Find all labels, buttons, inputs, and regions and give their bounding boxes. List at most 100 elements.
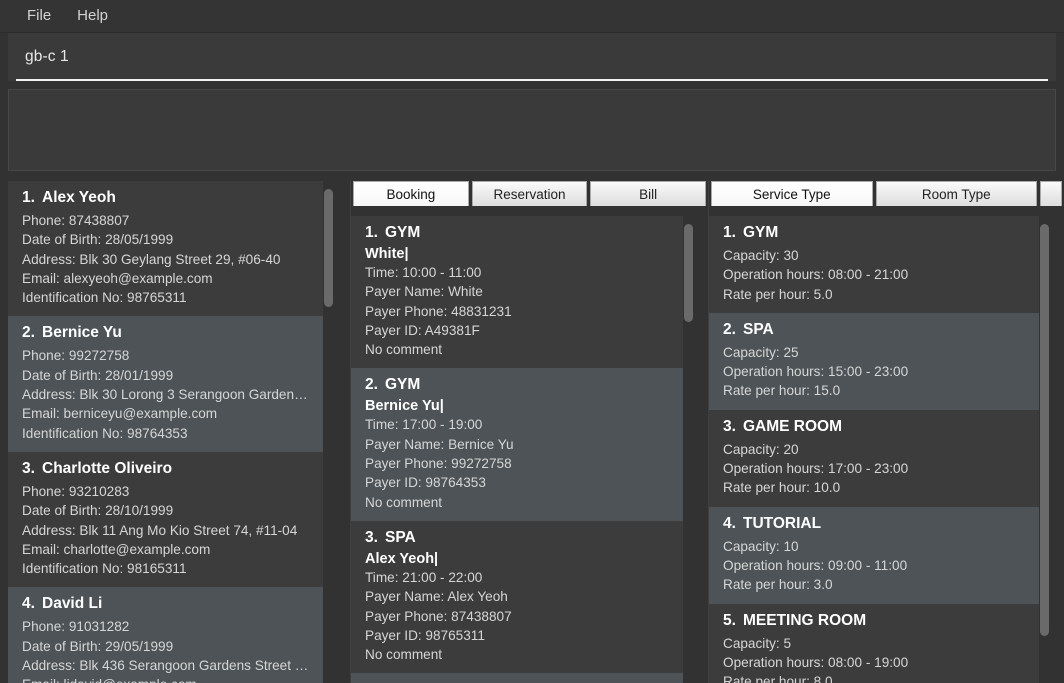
service-hours: Operation hours: 08:00 - 21:00 — [723, 267, 909, 283]
application-window: File Help gb-c 1 1. Alex Yeoh Phone: 874… — [0, 0, 1064, 683]
service-hours: Operation hours: 15:00 - 23:00 — [723, 364, 909, 380]
tab-bill[interactable]: Bill — [590, 181, 707, 206]
booking-type-row: 3. SPA — [365, 529, 674, 547]
person-index: 3. — [22, 459, 35, 477]
person-list-scrollbar[interactable] — [323, 181, 334, 683]
person-identification: Identification No: 98765311 — [22, 290, 187, 306]
service-capacity: Capacity: 25 — [723, 344, 799, 360]
service-capacity: Capacity: 5 — [723, 635, 792, 651]
person-dob: Date of Birth: 28/01/1999 — [22, 367, 174, 383]
booking-payer-id: Payer ID: 98765311 — [365, 627, 485, 643]
service-rate: Rate per hour: 3.0 — [723, 577, 833, 593]
booking-type-row: 1. GYM — [365, 224, 674, 242]
service-type-list-area: 1. GYM Capacity: 30 Operation hours: 08:… — [709, 206, 1064, 683]
booking-index: 1. — [365, 224, 378, 241]
scrollbar-thumb[interactable] — [684, 224, 693, 322]
person-dob: Date of Birth: 29/05/1999 — [22, 638, 174, 654]
service-type-list-scrollbar[interactable] — [1039, 216, 1050, 683]
scrollbar-thumb[interactable] — [1040, 224, 1049, 636]
service-capacity: Capacity: 30 — [723, 248, 799, 263]
list-item[interactable]: 2. Bernice Yu Phone: 99272758 Date of Bi… — [8, 316, 324, 452]
tab-reservation[interactable]: Reservation — [471, 181, 588, 206]
service-rate: Rate per hour: 10.0 — [723, 480, 841, 496]
person-name-row: 1. Alex Yeoh — [22, 189, 312, 207]
panels-container: 1. Alex Yeoh Phone: 87438807 Date of Bir… — [0, 181, 1064, 683]
booking-payer-display: White| — [365, 246, 409, 262]
list-item[interactable]: 4. David Li Phone: 91031282 Date of Birt… — [8, 587, 324, 683]
service-hours: Operation hours: 17:00 - 23:00 — [723, 461, 909, 477]
person-index: 4. — [22, 595, 35, 613]
booking-list-scrollbar[interactable] — [683, 216, 694, 683]
booking-tab-bar: Booking Reservation Bill — [351, 181, 708, 206]
booking-payer-name: Payer Name: Bernice Yu — [365, 436, 514, 452]
menu-item-help[interactable]: Help — [64, 5, 121, 27]
person-name-row: 2. Bernice Yu — [22, 324, 312, 342]
service-rate: Rate per hour: 5.0 — [723, 286, 833, 302]
service-type-row: 5. MEETING ROOM — [723, 612, 1030, 630]
service-type: GYM — [743, 224, 779, 241]
service-type: TUTORIAL — [743, 514, 822, 532]
booking-payer-id: Payer ID: A49381F — [365, 322, 480, 338]
service-rate: Rate per hour: 15.0 — [723, 383, 841, 399]
tab-service-type[interactable]: Service Type — [711, 181, 873, 206]
booking-type: SPA — [385, 528, 416, 546]
person-list-panel: 1. Alex Yeoh Phone: 87438807 Date of Bir… — [0, 181, 350, 683]
person-phone: Phone: 93210283 — [22, 483, 130, 499]
result-display-text — [9, 90, 1055, 106]
person-list-area: 1. Alex Yeoh Phone: 87438807 Date of Bir… — [8, 181, 342, 683]
service-index: 1. — [723, 224, 736, 241]
service-hours: Operation hours: 09:00 - 11:00 — [723, 557, 908, 573]
list-item[interactable]: 3. Charlotte Oliveiro Phone: 93210283 Da… — [8, 451, 324, 588]
result-display-box — [8, 89, 1056, 171]
person-phone: Phone: 99272758 — [22, 348, 130, 364]
command-box[interactable]: gb-c 1 — [8, 33, 1056, 81]
service-capacity: Capacity: 20 — [723, 441, 799, 457]
booking-payer-display: Bernice Yu| — [365, 398, 444, 415]
person-list[interactable]: 1. Alex Yeoh Phone: 87438807 Date of Bir… — [8, 181, 342, 683]
service-type-row: 2. SPA — [723, 321, 1030, 339]
booking-index: 2. — [365, 376, 378, 394]
list-item[interactable]: 1. Alex Yeoh Phone: 87438807 Date of Bir… — [8, 181, 324, 317]
command-input[interactable]: gb-c 1 — [8, 48, 1056, 66]
person-name: Bernice Yu — [42, 324, 122, 342]
tab-room-type[interactable]: Room Type — [875, 181, 1037, 206]
list-item[interactable]: 1. GYM White| Time: 10:00 - 11:00 Payer … — [351, 216, 686, 369]
booking-index: 3. — [365, 528, 378, 546]
person-name-row: 4. David Li — [22, 595, 312, 613]
list-item[interactable]: 3. GAME ROOM Capacity: 20 Operation hour… — [709, 409, 1042, 507]
booking-payer-phone: Payer Phone: 48831231 — [365, 303, 512, 319]
person-address: Address: Blk 11 Ang Mo Kio Street 74, #1… — [22, 522, 298, 538]
booking-type: GYM — [385, 224, 421, 241]
tab-booking[interactable]: Booking — [353, 181, 469, 206]
person-email: Email: berniceyu@example.com — [22, 406, 218, 422]
service-hours: Operation hours: 08:00 - 19:00 — [723, 654, 909, 670]
person-identification: Identification No: 98165311 — [22, 561, 187, 577]
person-index: 2. — [22, 324, 35, 342]
person-address: Address: Blk 30 Geylang Street 29, #06-4… — [22, 251, 281, 267]
booking-payer-id: Payer ID: 98764353 — [365, 475, 486, 491]
list-item[interactable]: 3. SPA Alex Yeoh| Time: 21:00 - 22:00 Pa… — [351, 520, 686, 674]
service-type-row: 3. GAME ROOM — [723, 418, 1030, 436]
booking-payer-phone: Payer Phone: 99272758 — [365, 456, 512, 472]
booking-panel: Booking Reservation Bill 1. GYM White| T… — [350, 181, 708, 683]
service-rate: Rate per hour: 8.0 — [723, 674, 833, 683]
tab-bar-filler — [1040, 181, 1062, 206]
list-item[interactable]: 2. SPA Capacity: 25 Operation hours: 15:… — [709, 312, 1042, 410]
person-address: Address: Blk 436 Serangoon Gardens Stree… — [22, 658, 312, 674]
person-email: Email: charlotte@example.com — [22, 541, 211, 557]
service-type: GAME ROOM — [743, 417, 843, 435]
scrollbar-thumb[interactable] — [324, 189, 333, 307]
menu-item-file[interactable]: File — [14, 5, 64, 27]
person-email: Email: alexyeoh@example.com — [22, 270, 213, 286]
booking-list[interactable]: 1. GYM White| Time: 10:00 - 11:00 Payer … — [351, 216, 708, 683]
person-dob: Date of Birth: 28/10/1999 — [22, 503, 174, 519]
list-item[interactable]: 5. MEETING ROOM Capacity: 5 Operation ho… — [709, 603, 1042, 683]
list-item[interactable]: 4. GAME ROOM — [351, 673, 686, 683]
service-type-tab-bar: Service Type Room Type — [709, 181, 1064, 206]
service-type-list[interactable]: 1. GYM Capacity: 30 Operation hours: 08:… — [709, 216, 1064, 683]
list-item[interactable]: 2. GYM Bernice Yu| Time: 17:00 - 19:00 P… — [351, 368, 686, 521]
list-item[interactable]: 1. GYM Capacity: 30 Operation hours: 08:… — [709, 216, 1042, 313]
person-name: Alex Yeoh — [42, 189, 116, 206]
booking-comment: No comment — [365, 342, 443, 358]
list-item[interactable]: 4. TUTORIAL Capacity: 10 Operation hours… — [709, 506, 1042, 604]
